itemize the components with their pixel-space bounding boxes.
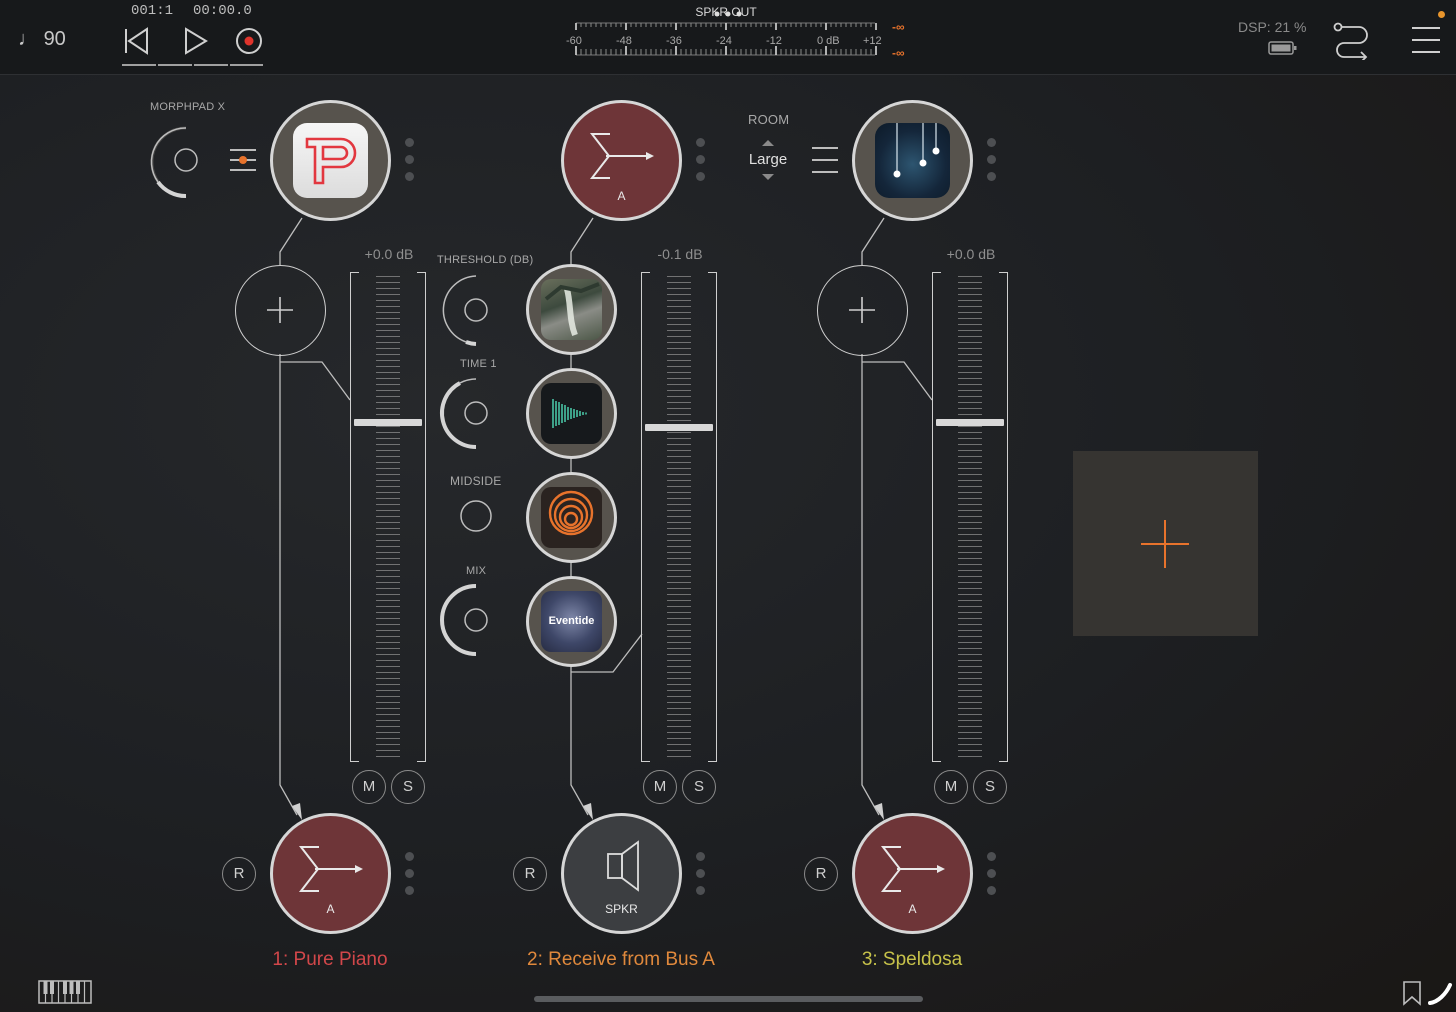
record-arm-button[interactable]: R [513,857,547,891]
spectrum-effect-icon [541,383,602,444]
plus-icon [267,297,293,323]
param-down-arrow-icon[interactable] [760,172,776,182]
fader-scale [958,276,982,758]
fader-handle[interactable] [354,419,422,426]
param-label-midside: MIDSIDE [450,474,502,488]
mute-button[interactable]: M [934,770,968,804]
waterfall-effect-icon [541,279,602,340]
home-indicator [534,996,923,1002]
volume-fader[interactable] [641,272,717,762]
node-options-icon[interactable] [696,852,705,903]
node-options-icon[interactable] [987,138,996,189]
fader-scale [667,276,691,758]
output-bus-node[interactable]: A [270,813,391,934]
param-value-room[interactable]: Large [740,151,796,168]
node-options-icon[interactable] [405,138,414,189]
add-effect-button[interactable] [235,265,326,356]
channel-name[interactable]: 3: Speldosa [762,949,1062,971]
effect-node-4[interactable]: Eventide [526,576,617,667]
fader-bracket [641,272,650,762]
volume-fader[interactable] [932,272,1008,762]
plus-icon [849,297,875,323]
param-label-room: ROOM [748,112,790,127]
channel-gain: +0.0 dB [364,246,414,262]
output-bus-label: A [326,902,335,916]
param-knob-time[interactable] [436,373,516,453]
output-label: SPKR [605,902,638,916]
keyboard-icon[interactable] [38,980,92,1004]
fader-bracket [999,272,1008,762]
fader-bracket [417,272,426,762]
channel-gain: -0.1 dB [657,246,703,262]
effect-node-3[interactable] [526,472,617,563]
instrument-node-speldosa[interactable] [852,100,973,221]
rings-effect-icon [541,487,602,548]
bookmark-icon[interactable] [1402,980,1422,1006]
channel-gain: +0.0 dB [946,246,996,262]
param-knob-mix[interactable] [436,580,516,660]
pencil-icon[interactable] [1428,982,1454,1006]
input-bus-label: A [617,189,626,203]
fader-bracket [708,272,717,762]
speaker-output-node[interactable]: SPKR [561,813,682,934]
param-knob-midside[interactable] [456,496,496,536]
eventide-effect-icon: Eventide [541,591,602,652]
solo-button[interactable]: S [682,770,716,804]
mute-button[interactable]: M [643,770,677,804]
plus-icon [1141,520,1189,568]
speldosa-app-icon [875,123,950,198]
fader-scale [376,276,400,758]
instrument-node-pure-piano[interactable] [270,100,391,221]
input-bus-node[interactable]: A [561,100,682,221]
solo-button[interactable]: S [973,770,1007,804]
param-knob-morphpad[interactable] [146,122,226,202]
mute-button[interactable]: M [352,770,386,804]
record-arm-button[interactable]: R [804,857,838,891]
fader-bracket [932,272,941,762]
plugin-params-icon[interactable] [810,145,840,175]
node-options-icon[interactable] [405,852,414,903]
pure-piano-app-icon [293,123,368,198]
channel-name[interactable]: 1: Pure Piano [180,949,480,971]
output-bus-label: A [908,902,917,916]
fader-bracket [350,272,359,762]
node-options-icon[interactable] [696,138,705,189]
plugin-params-icon[interactable] [228,145,258,175]
output-bus-node[interactable]: A [852,813,973,934]
param-label-time: TIME 1 [460,358,497,370]
channel-name[interactable]: 2: Receive from Bus A [471,949,771,971]
node-options-icon[interactable] [987,852,996,903]
volume-fader[interactable] [350,272,426,762]
add-channel-button[interactable] [1073,451,1258,636]
fader-handle[interactable] [936,419,1004,426]
param-knob-threshold[interactable] [436,270,516,350]
fader-handle[interactable] [645,424,713,431]
add-effect-button[interactable] [817,265,908,356]
solo-button[interactable]: S [391,770,425,804]
effect-node-2[interactable] [526,368,617,459]
param-label-threshold: THRESHOLD (DB) [437,254,534,266]
param-label-mix: MIX [466,565,487,577]
param-label-morphpad: MORPHPAD X [150,101,226,113]
eventide-brand: Eventide [548,615,595,627]
record-arm-button[interactable]: R [222,857,256,891]
effect-node-1[interactable] [526,264,617,355]
param-up-arrow-icon[interactable] [760,138,776,148]
